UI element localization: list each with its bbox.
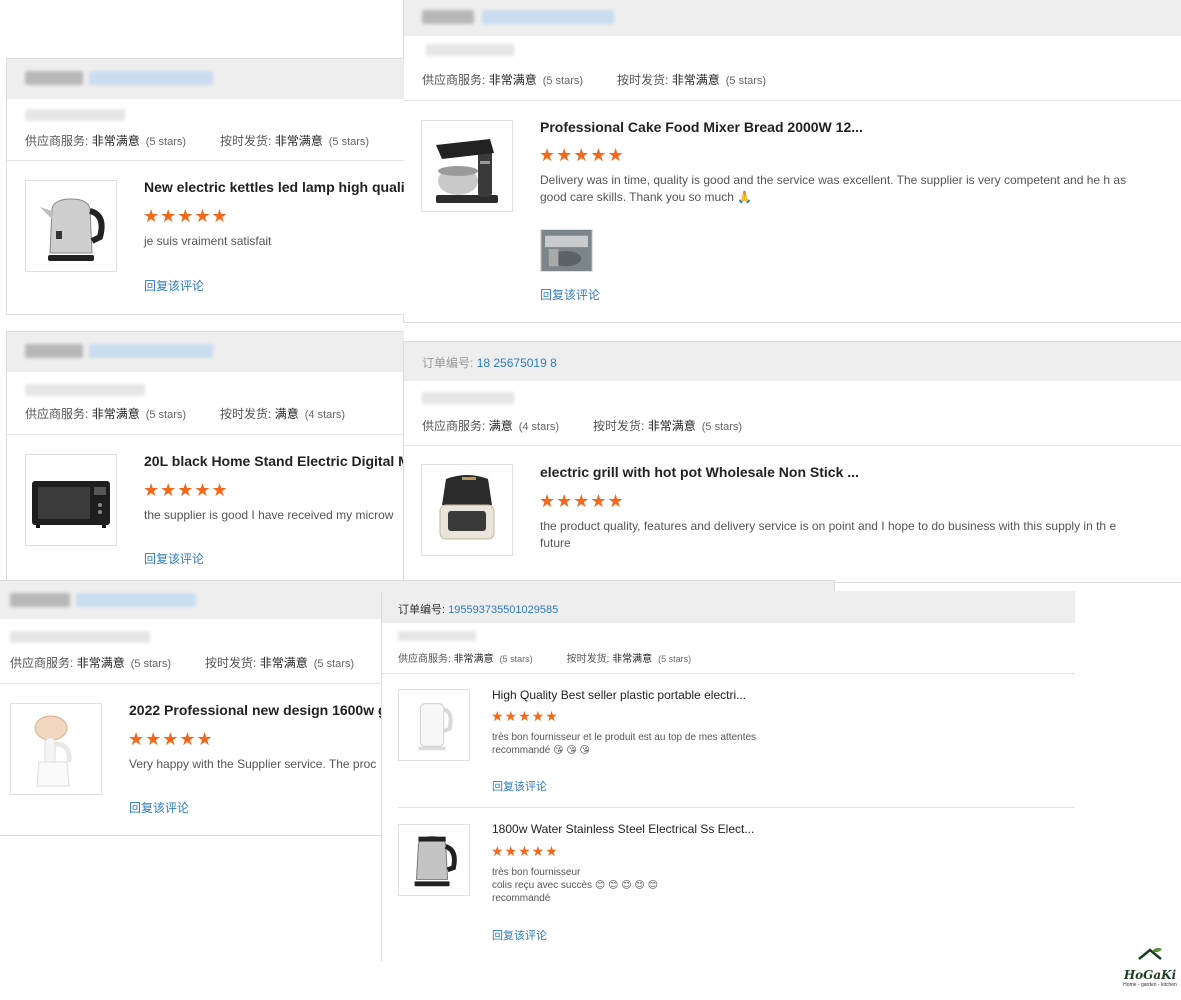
- order-header: 订单编号: 18 25675019 8: [404, 342, 1181, 381]
- review-card-grill: 订单编号: 18 25675019 8 供应商服务: 满意 (4 stars) 按时…: [403, 341, 1181, 583]
- house-leaf-icon: [1138, 947, 1162, 960]
- reply-link[interactable]: 回复该评论: [492, 927, 547, 943]
- order-number: 订单编号: 18 25675019 8: [422, 356, 557, 370]
- product-title[interactable]: electric grill with hot pot Wholesale No…: [540, 464, 859, 480]
- star-rating: ★★★★★: [143, 206, 229, 226]
- order-header: 订单编号: 195593735501029585: [382, 591, 1075, 623]
- reply-link[interactable]: 回复该评论: [144, 550, 204, 567]
- review-text: je suis vraiment satisfait: [144, 234, 272, 248]
- steel-kettle-photo[interactable]: [398, 824, 470, 896]
- redacted-buyer-info: [426, 44, 514, 56]
- white-kettle-photo[interactable]: [398, 689, 470, 761]
- star-rating: ★★★★★: [491, 843, 559, 859]
- supplier-ratings: 供应商服务: 非常满意 (5 stars) 按时发货: 满意 (4 stars): [25, 407, 346, 421]
- redacted-order-label: [25, 71, 83, 85]
- brand-logo: HoGaKi Home - garden - kitchen: [1122, 947, 1178, 988]
- microwave-photo[interactable]: [25, 454, 117, 546]
- star-rating: ★★★★★: [491, 708, 559, 724]
- redacted-order-label: [10, 593, 70, 607]
- supplier-ratings: 供应商服务: 非常满意 (5 stars) 按时发货: 非常满意 (5 stars): [25, 134, 370, 148]
- reply-link[interactable]: 回复该评论: [129, 799, 189, 816]
- review-text: the product quality, features and delive…: [540, 519, 1117, 550]
- order-header: [7, 332, 404, 372]
- product-title[interactable]: Professional Cake Food Mixer Bread 2000W…: [540, 119, 863, 135]
- product-title[interactable]: 1800w Water Stainless Steel Electrical S…: [492, 822, 754, 836]
- star-rating: ★★★★★: [539, 145, 625, 165]
- electric-grill-photo[interactable]: [421, 464, 513, 556]
- redacted-order-number: [89, 344, 213, 358]
- redacted-order-number: [482, 10, 614, 24]
- redacted-order-number: [76, 593, 196, 607]
- star-rating: ★★★★★: [539, 491, 625, 511]
- review-attachment-photo[interactable]: [540, 229, 593, 272]
- review-card-microwave: 供应商服务: 非常满意 (5 stars) 按时发货: 满意 (4 stars) 20…: [6, 331, 404, 588]
- star-rating: ★★★★★: [143, 480, 229, 500]
- supplier-ratings: 供应商服务: 非常满意 (5 stars) 按时发货: 非常满意 (5 stars): [10, 656, 355, 670]
- redacted-buyer-info: [422, 392, 514, 404]
- order-header: [7, 59, 404, 99]
- product-title[interactable]: 20L black Home Stand Electric Digital M: [144, 453, 404, 469]
- redacted-buyer-info: [398, 631, 476, 641]
- reply-link[interactable]: 回复该评论: [492, 778, 547, 794]
- supplier-ratings: 供应商服务: 非常满意 (5 stars) 按时发货: 非常满意 (5 stars): [398, 654, 692, 665]
- order-header: [404, 0, 1181, 36]
- review-card-kettle: 供应商服务: 非常满意 (5 stars) 按时发货: 非常满意 (5 stars) …: [6, 58, 404, 315]
- review-card-order: 订单编号: 195593735501029585 供应商服务: 非常满意 (5 s…: [381, 591, 1075, 961]
- review-text: très bon fournisseur et le produit est a…: [492, 732, 757, 756]
- review-text: the supplier is good I have received my …: [144, 508, 394, 522]
- redacted-buyer-info: [25, 384, 145, 396]
- supplier-ratings: 供应商服务: 满意 (4 stars) 按时发货: 非常满意 (5 stars): [422, 419, 743, 433]
- order-number: 订单编号: 195593735501029585: [398, 604, 559, 616]
- reply-link[interactable]: 回复该评论: [540, 286, 600, 303]
- star-rating: ★★★★★: [128, 729, 214, 749]
- redacted-order-number: [89, 71, 213, 85]
- redacted-buyer-info: [10, 631, 150, 643]
- garment-steamer-photo[interactable]: [10, 703, 102, 795]
- product-title[interactable]: High Quality Best seller plastic portabl…: [492, 688, 746, 702]
- reply-link[interactable]: 回复该评论: [144, 277, 204, 294]
- review-card-mixer: 供应商服务: 非常满意 (5 stars) 按时发货: 非常满意 (5 stars) …: [403, 0, 1181, 323]
- stand-mixer-photo[interactable]: [421, 120, 513, 212]
- review-text: Delivery was in time, quality is good an…: [540, 173, 1127, 204]
- electric-kettle-photo[interactable]: [25, 180, 117, 272]
- review-text: Very happy with the Supplier service. Th…: [129, 757, 377, 771]
- product-title[interactable]: 2022 Professional new design 1600w g: [129, 702, 387, 718]
- redacted-order-label: [25, 344, 83, 358]
- redacted-order-label: [422, 10, 474, 24]
- redacted-buyer-info: [25, 109, 125, 121]
- product-title[interactable]: New electric kettles led lamp high quali…: [144, 179, 404, 195]
- review-text: très bon fournisseur colis reçu avec suc…: [492, 867, 659, 904]
- supplier-ratings: 供应商服务: 非常满意 (5 stars) 按时发货: 非常满意 (5 stars): [422, 73, 767, 87]
